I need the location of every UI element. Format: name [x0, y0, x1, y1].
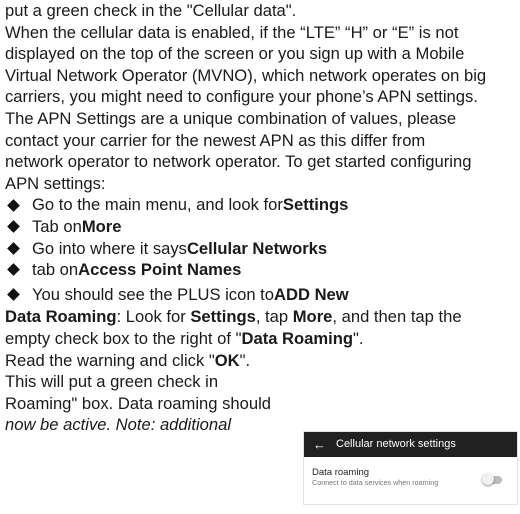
- roaming-line-3: Read the warning and click "OK".: [5, 350, 251, 370]
- diamond-bullet-icon: [7, 264, 19, 276]
- intro-line-6: The APN Settings are a unique combinatio…: [5, 108, 457, 128]
- diamond-bullet-icon: [7, 242, 19, 254]
- intro-line-8: network operator to network operator. To…: [5, 152, 472, 172]
- data-roaming-toggle[interactable]: [482, 473, 503, 486]
- diamond-bullet-icon: [7, 289, 19, 301]
- list-item: You should see the PLUS icon to ADD New: [5, 284, 520, 306]
- list-item: Tab on More: [5, 216, 520, 238]
- roaming-line-1: Data Roaming: Look for Settings, tap Mor…: [5, 307, 462, 327]
- toggle-knob: [482, 473, 494, 485]
- intro-line-3: displayed on the top of the screen or yo…: [5, 44, 465, 64]
- app-bar-title: Cellular network settings: [336, 437, 456, 450]
- apn-steps-list: Go to the main menu, and look for Settin…: [5, 194, 520, 305]
- roaming-line-5: Roaming" box. Data roaming should: [5, 393, 272, 413]
- intro-line-2: When the cellular data is enabled, if th…: [5, 22, 459, 42]
- intro-line-5: carriers, you might need to configure yo…: [5, 87, 478, 107]
- back-arrow-icon[interactable]: ←: [313, 438, 326, 451]
- list-item: tab on Access Point Names: [5, 259, 520, 281]
- list-item: Go to the main menu, and look for Settin…: [5, 194, 520, 216]
- data-roaming-setting-row[interactable]: Data roaming Connect to data services wh…: [304, 457, 517, 487]
- intro-line-1: put a green check in the "Cellular data"…: [5, 1, 297, 20]
- diamond-bullet-icon: [7, 199, 19, 211]
- diamond-bullet-icon: [7, 221, 19, 233]
- roaming-line-2: empty check box to the right of "Data Ro…: [5, 328, 364, 348]
- list-item: Go into where it says Cellular Networks: [5, 238, 520, 260]
- phone-screenshot: ← Cellular network settings Data roaming…: [303, 431, 518, 505]
- intro-line-4: Virtual Network Operator (MVNO), which n…: [5, 65, 487, 85]
- intro-line-7: contact your carrier for the newest APN …: [5, 130, 426, 150]
- roaming-line-4: This will put a green check in: [5, 372, 219, 392]
- app-bar: ← Cellular network settings: [304, 432, 517, 457]
- document-body: put a green check in the "Cellular data"…: [5, 0, 520, 436]
- intro-line-9: APN settings:: [5, 173, 106, 193]
